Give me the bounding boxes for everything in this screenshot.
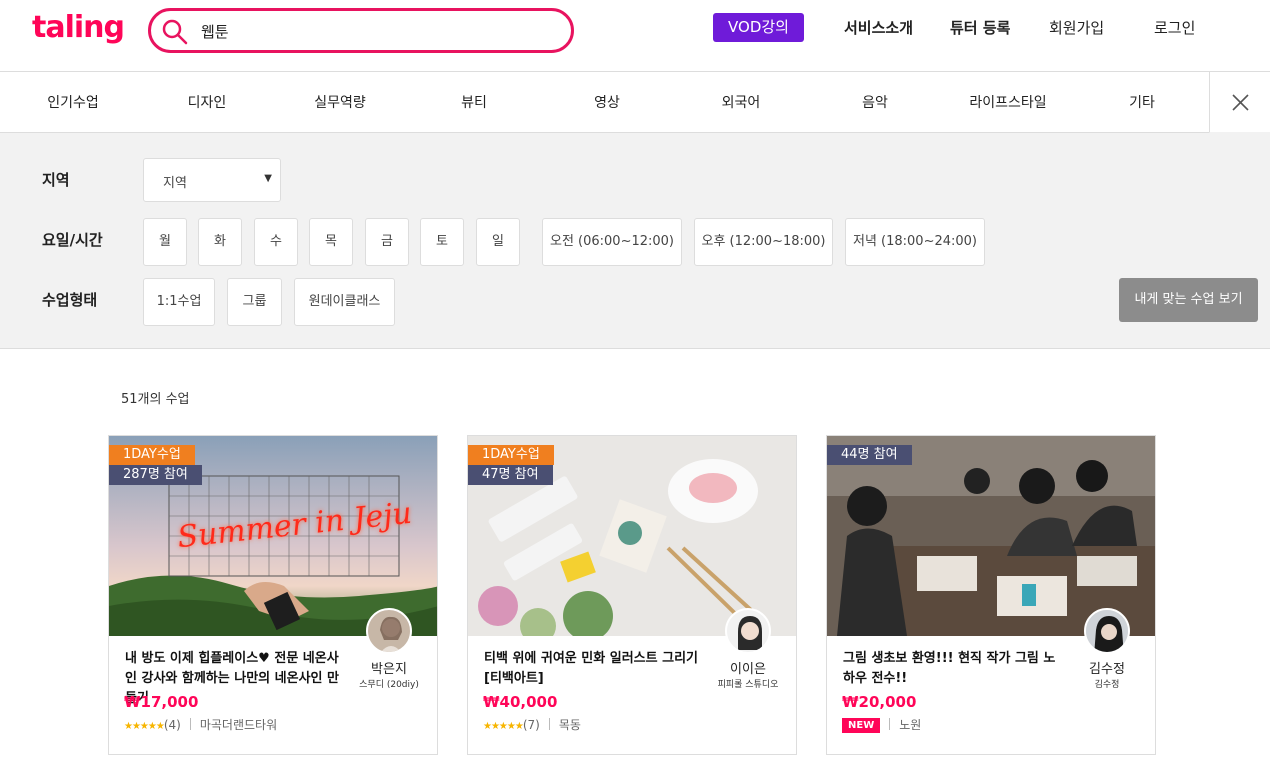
drawing-class-image: [827, 436, 1155, 636]
oneday-badge: 1DAY수업: [468, 445, 554, 465]
category-language[interactable]: 외국어: [681, 92, 801, 112]
class-thumbnail[interactable]: 44명 참여: [827, 436, 1155, 636]
time-evening[interactable]: 저녁 (18:00~24:00): [845, 218, 985, 266]
vod-button[interactable]: VOD강의: [713, 13, 804, 42]
day-tue[interactable]: 화: [198, 218, 242, 266]
time-label: 요일/시간: [42, 231, 103, 249]
time-morning[interactable]: 오전 (06:00~12:00): [542, 218, 682, 266]
taling-logo[interactable]: taling: [32, 10, 125, 45]
class-location: 마곡더랜드타워: [199, 718, 278, 732]
participants-badge: 44명 참여: [827, 445, 912, 465]
category-lifestyle[interactable]: 라이프스타일: [948, 92, 1068, 112]
class-title[interactable]: 그림 생초보 환영!!! 현직 작가 그림 노하우 전수!!: [843, 649, 1058, 689]
tutor-avatar[interactable]: [366, 608, 412, 654]
nav-login[interactable]: 로그인: [1154, 17, 1195, 38]
type-oneday[interactable]: 원데이클래스: [294, 278, 395, 326]
category-video[interactable]: 영상: [547, 92, 667, 112]
class-thumbnail[interactable]: Summer in Jeju 1DAY수업 287명 참여: [109, 436, 437, 636]
day-fri[interactable]: 금: [365, 218, 409, 266]
search-bar[interactable]: [148, 8, 574, 53]
class-location: 노원: [899, 718, 922, 732]
header: taling VOD강의 서비스소개 튜터 등록 회원가입 로그인: [0, 0, 1270, 72]
time-afternoon[interactable]: 오후 (12:00~18:00): [694, 218, 833, 266]
tutor-studio: 김수정: [1094, 680, 1120, 690]
region-select[interactable]: 지역 ▼: [143, 158, 281, 202]
day-sat[interactable]: 토: [420, 218, 464, 266]
class-meta: ★★★★★(7) 목동: [483, 717, 581, 733]
class-meta: ★★★★★(4) 마곡더랜드타워: [124, 717, 277, 733]
filter-panel: 지역 지역 ▼ 요일/시간 월 화 수 목 금 토 일 오전 (06:00~12…: [0, 133, 1270, 349]
category-work-skills[interactable]: 실무역량: [280, 92, 400, 112]
category-bar: 인기수업 디자인 실무역량 뷰티 영상 외국어 음악 라이프스타일 기타: [0, 72, 1270, 133]
rating-stars: ★★★★★: [124, 721, 165, 732]
class-card[interactable]: Summer in Jeju 1DAY수업 287명 참여 박은지 스무디 (2…: [108, 435, 438, 755]
category-design[interactable]: 디자인: [147, 92, 267, 112]
category-popular[interactable]: 인기수업: [13, 92, 133, 112]
type-label: 수업형태: [42, 291, 98, 309]
day-thu[interactable]: 목: [309, 218, 353, 266]
match-classes-button[interactable]: 내게 맞는 수업 보기: [1119, 278, 1258, 322]
class-card[interactable]: 44명 참여 김수정 김수정 그림 생초보 환영!!! 현직 작가 그림 노하우…: [826, 435, 1156, 755]
category-beauty[interactable]: 뷰티: [414, 92, 534, 112]
class-thumbnail[interactable]: 1DAY수업 47명 참여: [468, 436, 796, 636]
nav-service-intro[interactable]: 서비스소개: [844, 17, 913, 38]
divider: [548, 718, 550, 730]
class-location: 목동: [558, 718, 581, 732]
tutor-name: 김수정: [1089, 662, 1125, 677]
tutor-name: 박은지: [371, 662, 407, 677]
rating-stars: ★★★★★: [483, 721, 524, 732]
participants-badge: 47명 참여: [468, 465, 553, 485]
oneday-badge: 1DAY수업: [109, 445, 195, 465]
day-sun[interactable]: 일: [476, 218, 520, 266]
tutor-avatar[interactable]: [1084, 608, 1130, 654]
search-input[interactable]: [201, 20, 541, 42]
class-price: ₩20,000: [842, 693, 917, 711]
category-etc[interactable]: 기타: [1082, 92, 1202, 112]
type-one-on-one[interactable]: 1:1수업: [143, 278, 215, 326]
type-group[interactable]: 그룹: [227, 278, 282, 326]
tutor-studio: 스무디 (20diy): [359, 680, 419, 690]
tutor-avatar[interactable]: [725, 608, 771, 654]
search-icon[interactable]: [161, 18, 189, 46]
participants-badge: 287명 참여: [109, 465, 202, 485]
divider: [189, 718, 191, 730]
class-price: ₩40,000: [483, 693, 558, 711]
review-count: (4): [163, 718, 181, 732]
class-meta: NEW 노원: [842, 717, 921, 733]
class-price: ₩17,000: [124, 693, 199, 711]
review-count: (7): [522, 718, 540, 732]
close-icon[interactable]: [1210, 72, 1270, 133]
class-title[interactable]: 티백 위에 귀여운 민화 일러스트 그리기 [티백아트]: [484, 649, 699, 689]
results-count: 51개의 수업: [121, 392, 190, 407]
region-label: 지역: [42, 171, 70, 189]
tutor-name: 이이은: [730, 662, 766, 677]
tutor-studio: 피피롤 스튜디오: [717, 680, 779, 690]
close-filter-button[interactable]: [1209, 72, 1270, 133]
nav-signup[interactable]: 회원가입: [1049, 17, 1104, 38]
day-mon[interactable]: 월: [143, 218, 187, 266]
divider: [889, 718, 891, 730]
new-badge: NEW: [842, 718, 881, 733]
caret-down-icon: ▼: [264, 173, 272, 184]
class-card[interactable]: 1DAY수업 47명 참여 이이은 피피롤 스튜디오 티백 위에 귀여운 민화 …: [467, 435, 797, 755]
category-music[interactable]: 음악: [815, 92, 935, 112]
region-select-value: 지역: [163, 176, 187, 191]
nav-tutor-register[interactable]: 튜터 등록: [950, 17, 1010, 38]
day-wed[interactable]: 수: [254, 218, 298, 266]
